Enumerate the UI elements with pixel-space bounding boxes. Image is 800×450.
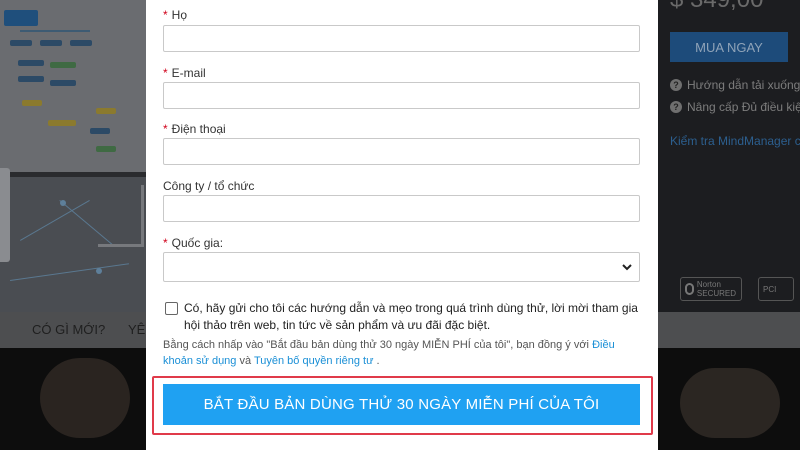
- question-icon: ?: [670, 79, 682, 91]
- consent-label: Có, hãy gửi cho tôi các hướng dẫn và mẹo…: [184, 301, 638, 332]
- checkmark-icon: [685, 283, 694, 295]
- country-label: * Quốc gia:: [163, 236, 224, 250]
- buy-now-button[interactable]: MUA NGAY: [670, 32, 788, 62]
- terms-notice: Bằng cách nhấp vào "Bắt đầu bản dùng thử…: [163, 339, 615, 367]
- monitor-stand: [98, 185, 144, 247]
- email-label: * E-mail: [163, 66, 206, 80]
- check-mindmanager-link[interactable]: Kiểm tra MindManager c: [670, 134, 800, 148]
- email-input[interactable]: [163, 82, 640, 109]
- mindmap-node: [96, 108, 116, 114]
- mindmap-node: [18, 76, 44, 82]
- mindmap-node: [18, 60, 44, 66]
- mindmap-node: [90, 128, 110, 134]
- required-marker: *: [163, 122, 168, 136]
- last-name-input[interactable]: [163, 25, 640, 52]
- mindmap-node: [70, 40, 92, 46]
- mindmap-node: [10, 40, 32, 46]
- network-line: [20, 200, 90, 241]
- question-icon: ?: [670, 101, 682, 113]
- last-name-label: * Họ: [163, 8, 188, 22]
- mindmap-branch: [20, 30, 90, 32]
- phone-input[interactable]: [163, 138, 640, 165]
- trial-signup-modal: * Họ * E-mail * Điện thoại Công ty / tổ chứ…: [146, 0, 658, 450]
- mindmap-node: [22, 100, 42, 106]
- purchase-panel: $ 349,00 MUA NGAY ? Hướng dẫn tải xuống …: [658, 0, 800, 312]
- privacy-statement-link[interactable]: Tuyên bố quyền riêng tư: [254, 355, 373, 367]
- chevron-down-icon: [622, 264, 632, 271]
- nav-item-whats-new[interactable]: CÓ GÌ MỚI?: [32, 322, 105, 337]
- banner-image: [680, 368, 780, 438]
- network-dot: [60, 200, 66, 206]
- upgrade-eligibility-link[interactable]: ? Nâng cấp Đủ điều kiện: [670, 100, 800, 114]
- country-select[interactable]: [163, 252, 640, 282]
- consent-checkbox[interactable]: [165, 302, 178, 315]
- norton-badge: Norton SECURED: [680, 277, 742, 301]
- download-guide-link[interactable]: ? Hướng dẫn tải xuống: [670, 78, 800, 92]
- mindmap-node: [96, 146, 116, 152]
- phone-label: * Điện thoại: [163, 122, 226, 136]
- price: $ 349,00: [670, 0, 763, 14]
- mindmap-node: [40, 40, 62, 46]
- network-dot: [96, 268, 102, 274]
- banner-image: [40, 358, 130, 438]
- mindmap-node: [4, 10, 38, 26]
- mindmap-node: [48, 120, 76, 126]
- company-label: Công ty / tổ chức: [163, 179, 255, 193]
- required-marker: *: [163, 66, 168, 80]
- product-image: [0, 0, 146, 312]
- network-line: [10, 263, 129, 281]
- phone-device: [0, 168, 10, 262]
- required-marker: *: [163, 8, 168, 22]
- pci-badge: PCI: [758, 277, 794, 301]
- mindmap-node: [50, 80, 76, 86]
- required-marker: *: [163, 236, 168, 250]
- mindmap-node: [50, 62, 76, 68]
- start-free-trial-button[interactable]: BẮT ĐẦU BẢN DÙNG THỬ 30 NGÀY MIỄN PHÍ CỦ…: [163, 384, 640, 425]
- company-input[interactable]: [163, 195, 640, 222]
- laptop-base: [0, 172, 146, 177]
